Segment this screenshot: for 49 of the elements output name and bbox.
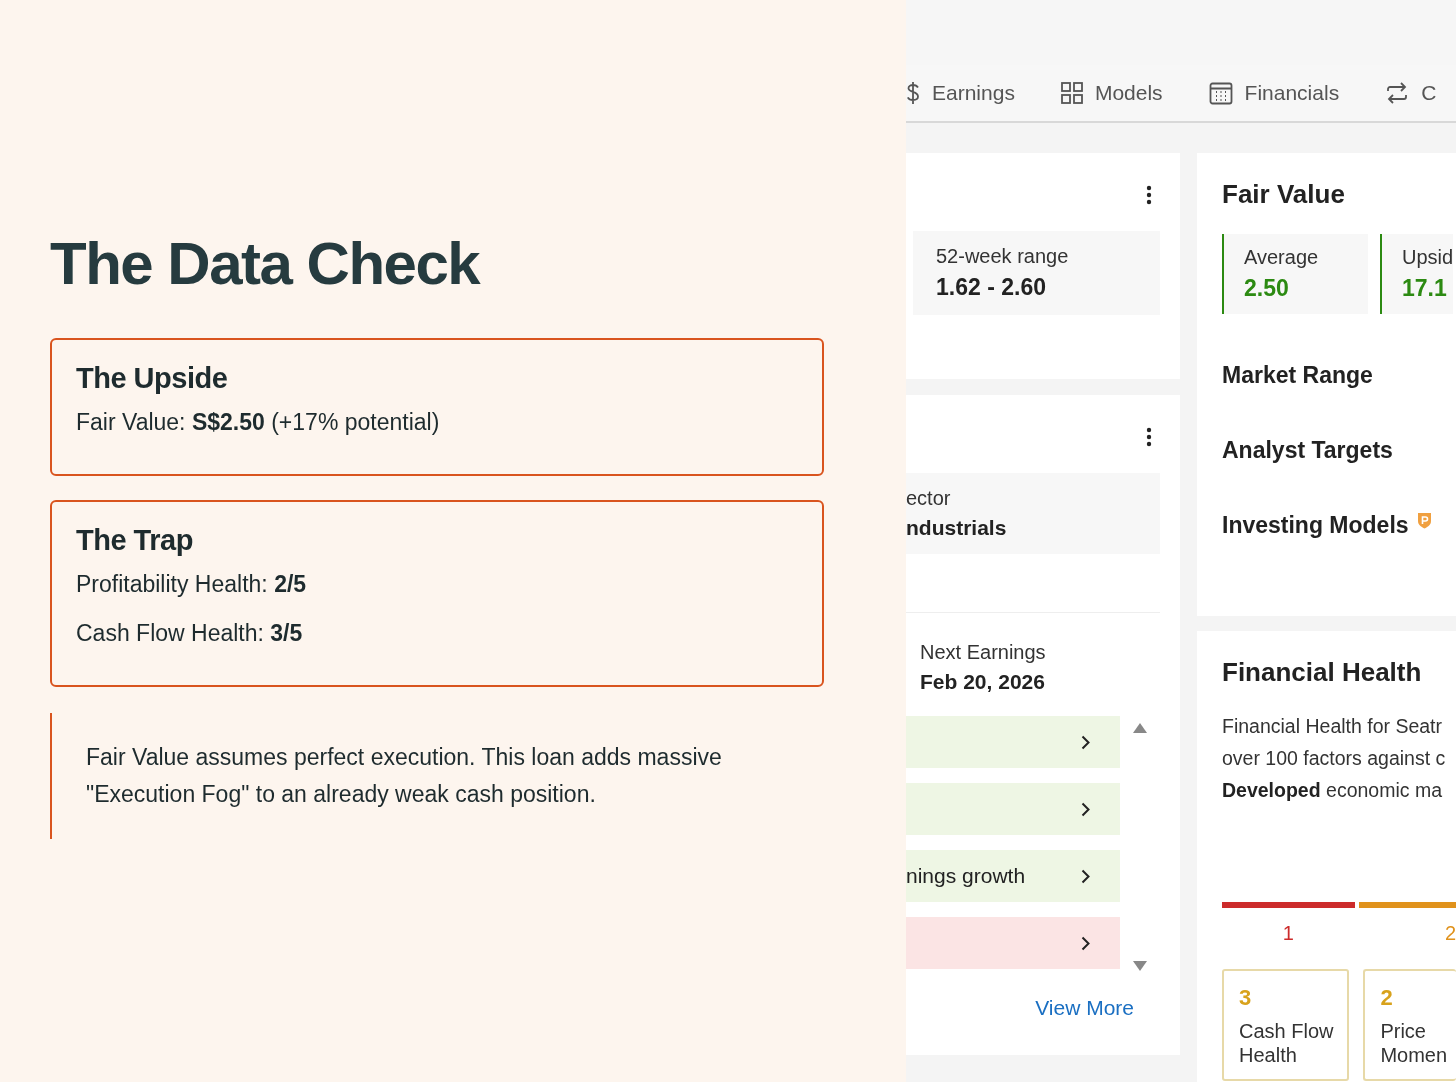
stat-label: Average <box>1244 246 1320 269</box>
score-name: Cash Flow Health <box>1239 1019 1335 1067</box>
stat-value: ndustrials <box>906 516 1008 540</box>
more-icon[interactable] <box>1146 185 1152 205</box>
calendar-icon <box>1208 81 1233 105</box>
card-text: Profitability Health: 2/5 <box>76 571 308 598</box>
more-icon[interactable] <box>1146 427 1152 447</box>
stat-label: Upsid <box>1402 246 1454 269</box>
score-value: 2 <box>1380 985 1394 1011</box>
health-description: Financial Health for Seatr over 100 factors against c Developed economic ma <box>1222 714 1447 803</box>
quote-text: Fair Value assumes perfect execution. This loan adds massive "Execution Fog" to an already weak cash position. <box>86 743 723 809</box>
chevron-right-icon <box>1081 734 1090 750</box>
stat-value: Feb 20, 2026 <box>920 670 1046 694</box>
stat-value: 17.1 <box>1402 275 1448 302</box>
card-heading: Financial Health <box>1222 657 1423 688</box>
card-heading: Fair Value <box>1222 179 1346 210</box>
grid-icon <box>1060 82 1083 104</box>
row-label: nings growth <box>906 864 1026 888</box>
card-title: The Upside <box>76 362 229 395</box>
tab-label[interactable]: Models <box>1094 81 1163 105</box>
list-row[interactable]: nings growth <box>906 850 1120 902</box>
stat-value: 1.62 - 2.60 <box>936 274 1047 301</box>
stat-value: 2.50 <box>1244 275 1290 302</box>
tab-label[interactable]: Financials <box>1244 81 1340 105</box>
scroll-down-icon[interactable] <box>1132 960 1148 972</box>
card-text: Cash Flow Health: 3/5 <box>76 620 304 647</box>
chevron-right-icon <box>1081 868 1090 884</box>
shield-icon <box>1416 512 1432 529</box>
section-heading: Analyst Targets <box>1222 437 1393 464</box>
score-label: 2 <box>1444 922 1456 945</box>
chevron-right-icon <box>1081 801 1090 817</box>
scroll-up-icon[interactable] <box>1132 722 1148 734</box>
chevron-right-icon <box>1081 935 1090 951</box>
arrows-icon <box>1385 81 1410 105</box>
tab-label[interactable]: Earnings <box>932 81 1015 105</box>
stat-label: Next Earnings <box>920 641 1047 664</box>
dollar-icon <box>906 81 920 105</box>
score-label: 1 <box>1282 922 1294 945</box>
score-name: Price Momen <box>1380 1019 1449 1067</box>
stat-label: ector <box>906 487 952 510</box>
card-text: Fair Value: S$2.50 (+17% potential) <box>76 409 441 436</box>
tab-label[interactable]: C <box>1421 81 1437 105</box>
card-title: The Trap <box>76 524 194 557</box>
section-heading: Market Range <box>1222 362 1373 389</box>
slide-title: The Data Check <box>50 229 482 299</box>
score-value: 3 <box>1239 985 1253 1011</box>
view-more-link[interactable]: View More <box>1035 996 1134 1020</box>
section-heading: Investing Models <box>1222 512 1409 539</box>
stat-label: 52-week range <box>936 245 1070 268</box>
